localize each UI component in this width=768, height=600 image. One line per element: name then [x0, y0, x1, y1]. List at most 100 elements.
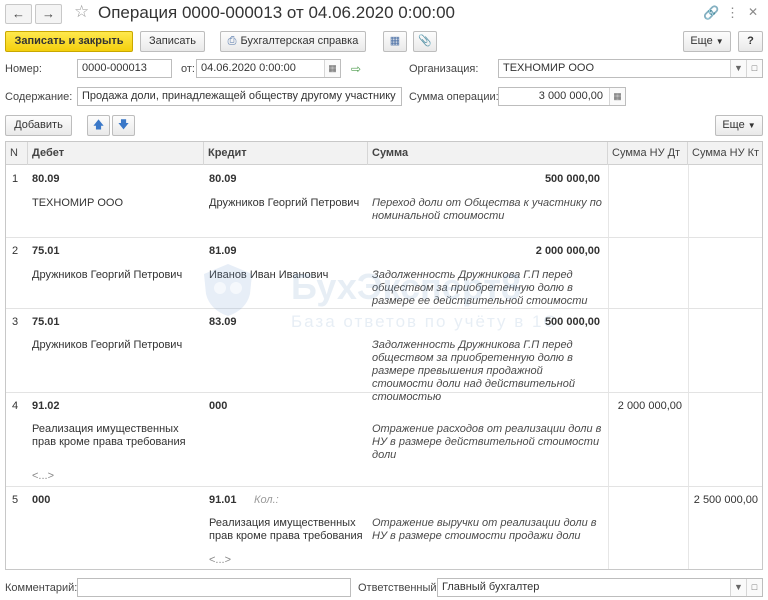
debit-subconto[interactable]: Дружников Георгий Петрович	[32, 339, 182, 351]
credit-account[interactable]: 80.09	[209, 173, 237, 185]
credit-subconto[interactable]: Дружников Георгий Петрович	[209, 197, 359, 209]
document-status-icon[interactable]: ⇨	[351, 62, 361, 76]
move-down-button[interactable]: 🡇	[112, 115, 135, 136]
arrow-right-icon: →	[42, 6, 55, 21]
entry-content[interactable]: Переход доли от Общества к участнику по …	[372, 197, 602, 223]
table-more-label: Еще	[722, 119, 745, 131]
entry-content[interactable]: Отражение выручки от реализации доли в Н…	[372, 517, 602, 543]
debit-account[interactable]: 91.02	[32, 400, 60, 412]
accounting-report-label: Бухгалтерская справка	[240, 35, 359, 47]
column-header-sum[interactable]: Сумма	[368, 142, 608, 165]
table-row[interactable]: 2 75.01 81.09 2 000 000,00 Дружников Гео…	[6, 238, 762, 309]
entry-sum-nu-dt[interactable]: 2 000 000,00	[612, 400, 682, 412]
calculator-icon[interactable]: ▦	[609, 88, 625, 105]
entries-table[interactable]: N Дебет Кредит Сумма Сумма НУ Дт Сумма Н…	[5, 141, 763, 570]
structure-button[interactable]: ▦	[383, 31, 407, 52]
chevron-down-icon: ▼	[715, 37, 724, 46]
row-number: 1	[12, 173, 19, 185]
arrow-left-icon: ←	[12, 6, 25, 21]
entry-content[interactable]: Задолженность Дружникова Г.П перед общес…	[372, 269, 602, 308]
column-header-credit[interactable]: Кредит	[204, 142, 368, 165]
content-label: Содержание:	[5, 91, 73, 103]
dropdown-arrow-icon[interactable]: ▼	[730, 60, 746, 77]
comment-field[interactable]	[77, 578, 351, 597]
arrow-down-icon: 🡇	[117, 119, 130, 131]
date-field[interactable]: 04.06.2020 0:00:00 ▦	[196, 59, 341, 78]
column-header-n[interactable]: N	[6, 142, 28, 165]
more-button[interactable]: Еще ▼	[683, 31, 731, 52]
table-row[interactable]: 4 91.02 000 2 000 000,00 Реализация имущ…	[6, 393, 762, 487]
table-more-button[interactable]: Еще ▼	[715, 115, 763, 136]
page-title: Операция 0000-000013 от 04.06.2020 0:00:…	[98, 3, 455, 22]
open-icon[interactable]: □	[746, 60, 762, 77]
credit-account[interactable]: 83.09	[209, 316, 237, 328]
debit-account[interactable]: 75.01	[32, 316, 60, 328]
debit-subconto[interactable]: Реализация имущественных прав кроме прав…	[32, 423, 202, 449]
number-label: Номер:	[5, 63, 42, 75]
table-row[interactable]: 3 75.01 83.09 500 000,00 Дружников Георг…	[6, 309, 762, 403]
responsible-value: Главный бухгалтер	[442, 581, 540, 593]
save-button[interactable]: Записать	[140, 31, 205, 52]
table-header: N Дебет Кредит Сумма Сумма НУ Дт Сумма Н…	[6, 142, 762, 165]
entry-sum[interactable]: 2 000 000,00	[372, 245, 600, 257]
debit-account[interactable]: 75.01	[32, 245, 60, 257]
content-field[interactable]: Продажа доли, принадлежащей обществу дру…	[77, 87, 402, 106]
forward-button[interactable]: →	[35, 4, 62, 24]
dropdown-arrow-icon[interactable]: ▼	[730, 579, 746, 596]
entry-sum-nu-kt[interactable]: 2 500 000,00	[692, 494, 758, 506]
number-field[interactable]: 0000-000013	[77, 59, 172, 78]
credit-subconto[interactable]: Иванов Иван Иванович	[209, 269, 328, 281]
table-row[interactable]: 5 000 91.01 Кол.: 2 500 000,00 Реализаци…	[6, 487, 762, 569]
paperclip-icon: 📎	[418, 35, 432, 47]
more-vertical-icon[interactable]: ⋮	[726, 5, 739, 21]
subconto-ellipsis[interactable]: <...>	[32, 470, 54, 482]
debit-subconto[interactable]: Дружников Георгий Петрович	[32, 269, 182, 281]
credit-account[interactable]: 000	[209, 400, 227, 412]
move-up-button[interactable]: 🡅	[87, 115, 110, 136]
entry-content[interactable]: Отражение расходов от реализации доли в …	[372, 423, 602, 462]
row-number: 5	[12, 494, 19, 506]
organization-label: Организация:	[409, 63, 479, 75]
credit-account[interactable]: 91.01	[209, 494, 237, 506]
entry-sum[interactable]: 500 000,00	[372, 173, 600, 185]
column-header-nu-kt[interactable]: Сумма НУ Кт	[688, 142, 762, 165]
column-header-debit[interactable]: Дебет	[28, 142, 204, 165]
debit-subconto[interactable]: ТЕХНОМИР ООО	[32, 197, 123, 209]
printer-icon: ⎙	[227, 35, 237, 47]
debit-account[interactable]: 000	[32, 494, 50, 506]
organization-field[interactable]: ТЕХНОМИР ООО ▼ □	[498, 59, 763, 78]
responsible-label: Ответственный:	[358, 582, 440, 594]
close-icon[interactable]: ✕	[748, 5, 758, 19]
add-row-button[interactable]: Добавить	[5, 115, 72, 136]
row-number: 4	[12, 400, 19, 412]
table-row[interactable]: 1 80.09 80.09 500 000,00 ТЕХНОМИР ООО Др…	[6, 166, 762, 238]
link-icon[interactable]: 🔗	[703, 5, 719, 21]
operation-sum-field[interactable]: 3 000 000,00 ▦	[498, 87, 626, 106]
column-header-nu-dt[interactable]: Сумма НУ Дт	[608, 142, 688, 165]
open-icon[interactable]: □	[746, 579, 762, 596]
chevron-down-icon: ▼	[747, 121, 756, 130]
entry-sum[interactable]: 500 000,00	[372, 316, 600, 328]
save-and-close-button[interactable]: Записать и закрыть	[5, 31, 133, 52]
organization-value: ТЕХНОМИР ООО	[503, 62, 595, 74]
quantity-label: Кол.:	[254, 494, 279, 506]
subconto-ellipsis[interactable]: <...>	[209, 554, 231, 566]
date-label: от:	[181, 63, 195, 75]
favorite-star-icon[interactable]: ☆	[74, 2, 89, 22]
debit-account[interactable]: 80.09	[32, 173, 60, 185]
operation-sum-label: Сумма операции:	[409, 91, 499, 103]
arrow-up-icon: 🡅	[92, 119, 105, 131]
back-button[interactable]: ←	[5, 4, 32, 24]
operation-sum-value: 3 000 000,00	[538, 90, 603, 102]
row-number: 3	[12, 316, 19, 328]
row-number: 2	[12, 245, 19, 257]
attach-button[interactable]: 📎	[413, 31, 437, 52]
responsible-field[interactable]: Главный бухгалтер ▼ □	[437, 578, 763, 597]
credit-account[interactable]: 81.09	[209, 245, 237, 257]
accounting-report-button[interactable]: ⎙ Бухгалтерская справка	[220, 31, 366, 52]
help-button[interactable]: ?	[738, 31, 763, 52]
calendar-icon[interactable]: ▦	[324, 60, 340, 77]
date-value: 04.06.2020 0:00:00	[201, 62, 296, 74]
credit-subconto[interactable]: Реализация имущественных прав кроме прав…	[209, 517, 364, 543]
document-structure-icon: ▦	[389, 35, 401, 47]
